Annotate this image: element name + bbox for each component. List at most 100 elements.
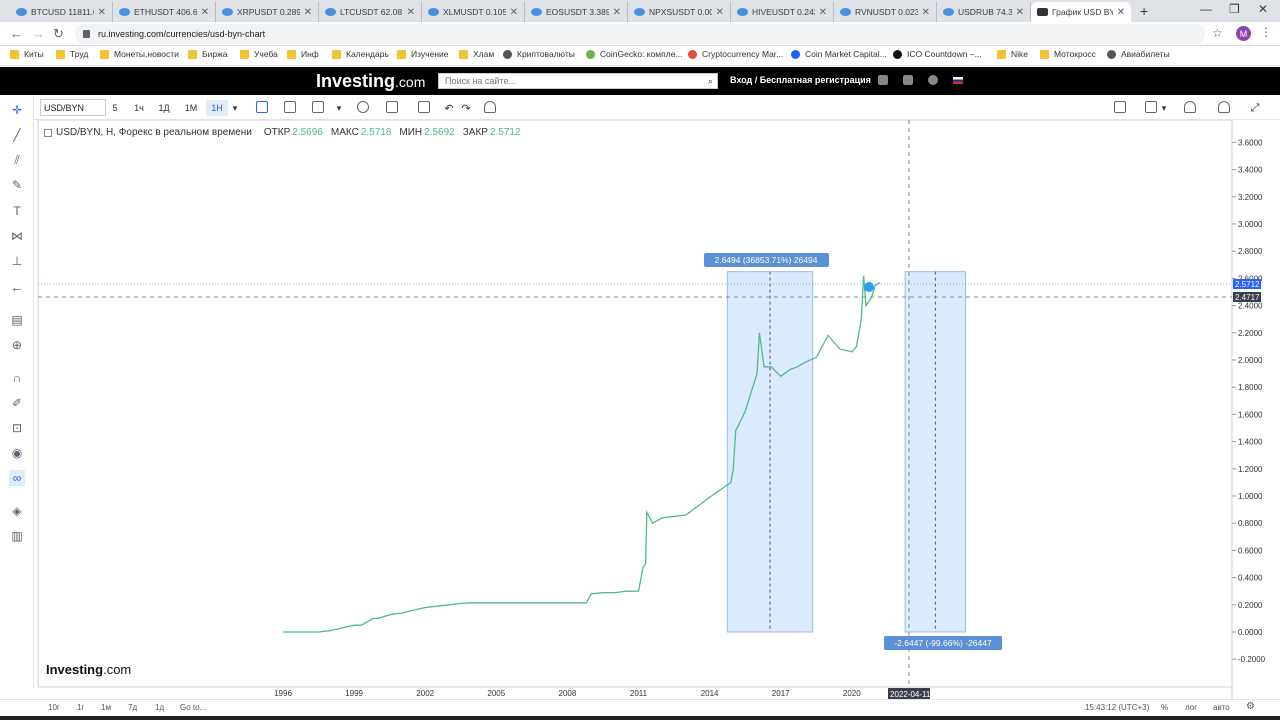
avatar[interactable]: M xyxy=(1236,26,1251,41)
interval-dropdown-icon[interactable]: ▾ xyxy=(230,100,240,116)
auto-toggle[interactable]: авто xyxy=(1213,703,1230,712)
indicators-dropdown-icon[interactable]: ▾ xyxy=(334,100,344,116)
interval-1m[interactable]: 1М xyxy=(183,100,199,116)
cloud-load-icon[interactable] xyxy=(1184,101,1196,113)
browser-tab[interactable]: NPXSUSDT 0.000 ✕ xyxy=(628,2,731,22)
bookmark-item[interactable]: ICO Countdown –... xyxy=(893,49,982,59)
login-link[interactable]: Вход / Бесплатная регистрация xyxy=(730,75,871,85)
minimize-icon[interactable]: — xyxy=(1200,2,1212,16)
close-icon[interactable]: ✕ xyxy=(304,7,312,18)
text-tool-icon[interactable]: T xyxy=(9,203,25,219)
collapse-legend-icon[interactable] xyxy=(44,128,52,137)
range-1d[interactable]: 1д xyxy=(155,703,164,712)
cloud-save-icon[interactable] xyxy=(1218,101,1230,113)
site-logo[interactable]: Investing.com xyxy=(316,71,425,92)
crosshair-icon[interactable]: ✛ xyxy=(9,102,25,118)
trash-icon[interactable]: ▥ xyxy=(9,528,25,544)
candles-icon[interactable] xyxy=(256,101,268,113)
bookmark-item[interactable]: Учеба xyxy=(240,49,278,59)
measure-tool-icon[interactable]: ⊥ xyxy=(9,253,25,269)
redo-icon[interactable]: ↷ xyxy=(460,100,472,116)
time-display[interactable]: 15:43:12 (UTC+3) xyxy=(1085,703,1149,712)
close-icon[interactable]: ✕ xyxy=(201,7,209,18)
bookmark-item[interactable]: Изучение xyxy=(397,49,449,59)
bookmark-item[interactable]: Авиабилеты xyxy=(1107,49,1170,59)
bookmark-item[interactable]: CoinGecko: компле... xyxy=(586,49,683,59)
clock-icon[interactable] xyxy=(928,75,938,85)
channel-icon[interactable]: ⫽ xyxy=(9,152,25,168)
goto-button[interactable]: Go to... xyxy=(180,703,206,712)
arrow-back-icon[interactable]: ← xyxy=(9,279,25,295)
bookmark-item[interactable]: Хлам xyxy=(459,49,494,59)
back-icon[interactable]: ← xyxy=(10,26,23,41)
layout-dropdown-icon[interactable]: ▾ xyxy=(1159,100,1169,116)
search-icon[interactable]: ⌕ xyxy=(708,76,713,87)
bookmark-item[interactable]: Биржа xyxy=(188,49,227,59)
bookmark-item[interactable]: Nike xyxy=(997,49,1028,59)
close-icon[interactable]: ✕ xyxy=(716,7,724,18)
close-icon[interactable]: ✕ xyxy=(922,7,930,18)
range-1m[interactable]: 1м xyxy=(101,703,111,712)
browser-tab-active[interactable]: График USD BYN ✕ xyxy=(1031,2,1131,22)
magnet-icon[interactable]: ∩ xyxy=(9,370,25,386)
forward-icon[interactable]: → xyxy=(32,26,45,41)
interval-5[interactable]: 5 xyxy=(110,100,120,116)
close-window-icon[interactable]: ✕ xyxy=(1258,2,1268,16)
symbol-input[interactable]: USD/BYN xyxy=(40,99,106,116)
browser-tab[interactable]: LTCUSDT 62.08 a ✕ xyxy=(319,2,422,22)
range-10y[interactable]: 10г xyxy=(48,703,60,712)
browser-tab[interactable]: ETHUSDT 406.67 ✕ xyxy=(113,2,216,22)
url-field[interactable]: ru.investing.com/currencies/usd-byn-char… xyxy=(75,24,1205,44)
close-icon[interactable]: ✕ xyxy=(1117,7,1125,18)
link-icon[interactable]: ∞ xyxy=(9,470,25,486)
alert-icon[interactable] xyxy=(484,101,496,113)
menu-icon[interactable]: ⋮ xyxy=(1260,25,1272,39)
portfolio-icon[interactable] xyxy=(903,75,913,85)
browser-tab[interactable]: BTCUSD 11811.0 ✕ xyxy=(10,2,113,22)
bookmark-star-icon[interactable]: ☆ xyxy=(1212,26,1223,40)
browser-tab[interactable]: XLMUSDT 0.1050 ✕ xyxy=(422,2,525,22)
site-search-input[interactable]: Поиск на сайте... ⌕ xyxy=(438,73,718,89)
settings-gear-icon[interactable]: ⚙ xyxy=(1246,701,1255,712)
reload-icon[interactable]: ↻ xyxy=(53,26,64,42)
bookmark-item[interactable]: Киты xyxy=(10,49,44,59)
trendline-icon[interactable]: ╱ xyxy=(9,127,25,143)
bell-icon[interactable] xyxy=(878,75,888,85)
bookmark-item[interactable]: Труд xyxy=(56,49,88,59)
close-icon[interactable]: ✕ xyxy=(98,7,106,18)
zoom-icon[interactable]: ⊕ xyxy=(9,337,25,353)
layout-icon[interactable] xyxy=(1145,101,1157,113)
interval-1d[interactable]: 1Д xyxy=(157,100,171,116)
undo-icon[interactable]: ↶ xyxy=(443,100,455,116)
indicators-icon[interactable] xyxy=(312,101,324,113)
prediction-icon[interactable]: ▤ xyxy=(9,312,25,328)
bookmark-item[interactable]: Cryptocurrency Mar... xyxy=(688,49,783,59)
line-chart-icon[interactable] xyxy=(284,101,296,113)
close-icon[interactable]: ✕ xyxy=(819,7,827,18)
browser-tab[interactable]: USDRUB 74.3050 ✕ xyxy=(937,2,1031,22)
lock-drawings-icon[interactable]: ⊡ xyxy=(9,420,25,436)
bookmark-item[interactable]: Инф xyxy=(287,49,319,59)
brush-icon[interactable]: ✎ xyxy=(9,177,25,193)
bookmark-item[interactable]: Мотокросс xyxy=(1040,49,1096,59)
scales-icon[interactable] xyxy=(418,101,430,113)
restore-icon[interactable]: ❐ xyxy=(1229,2,1240,16)
camera-icon[interactable] xyxy=(1114,101,1126,113)
compare-icon[interactable] xyxy=(386,101,398,113)
close-icon[interactable]: ✕ xyxy=(407,7,415,18)
layers-icon[interactable]: ◈ xyxy=(9,503,25,519)
log-toggle[interactable]: лог xyxy=(1185,703,1197,712)
interval-1h[interactable]: 1ч xyxy=(132,100,146,116)
new-tab-button[interactable]: + xyxy=(1140,3,1148,19)
browser-tab[interactable]: XRPUSDT 0.2895 ✕ xyxy=(216,2,319,22)
event-marker-icon[interactable] xyxy=(864,282,874,292)
legend-title[interactable]: USD/BYN, Н, Форекс в реальном времени xyxy=(56,127,252,138)
gear-icon[interactable] xyxy=(357,101,369,113)
percent-toggle[interactable]: % xyxy=(1161,703,1168,712)
interval-1w-active[interactable]: 1Н xyxy=(206,100,228,116)
close-icon[interactable]: ✕ xyxy=(1016,7,1024,18)
range-7d[interactable]: 7д xyxy=(128,703,137,712)
eye-icon[interactable]: ◉ xyxy=(9,445,25,461)
close-icon[interactable]: ✕ xyxy=(510,7,518,18)
bookmark-item[interactable]: Календарь xyxy=(332,49,389,59)
